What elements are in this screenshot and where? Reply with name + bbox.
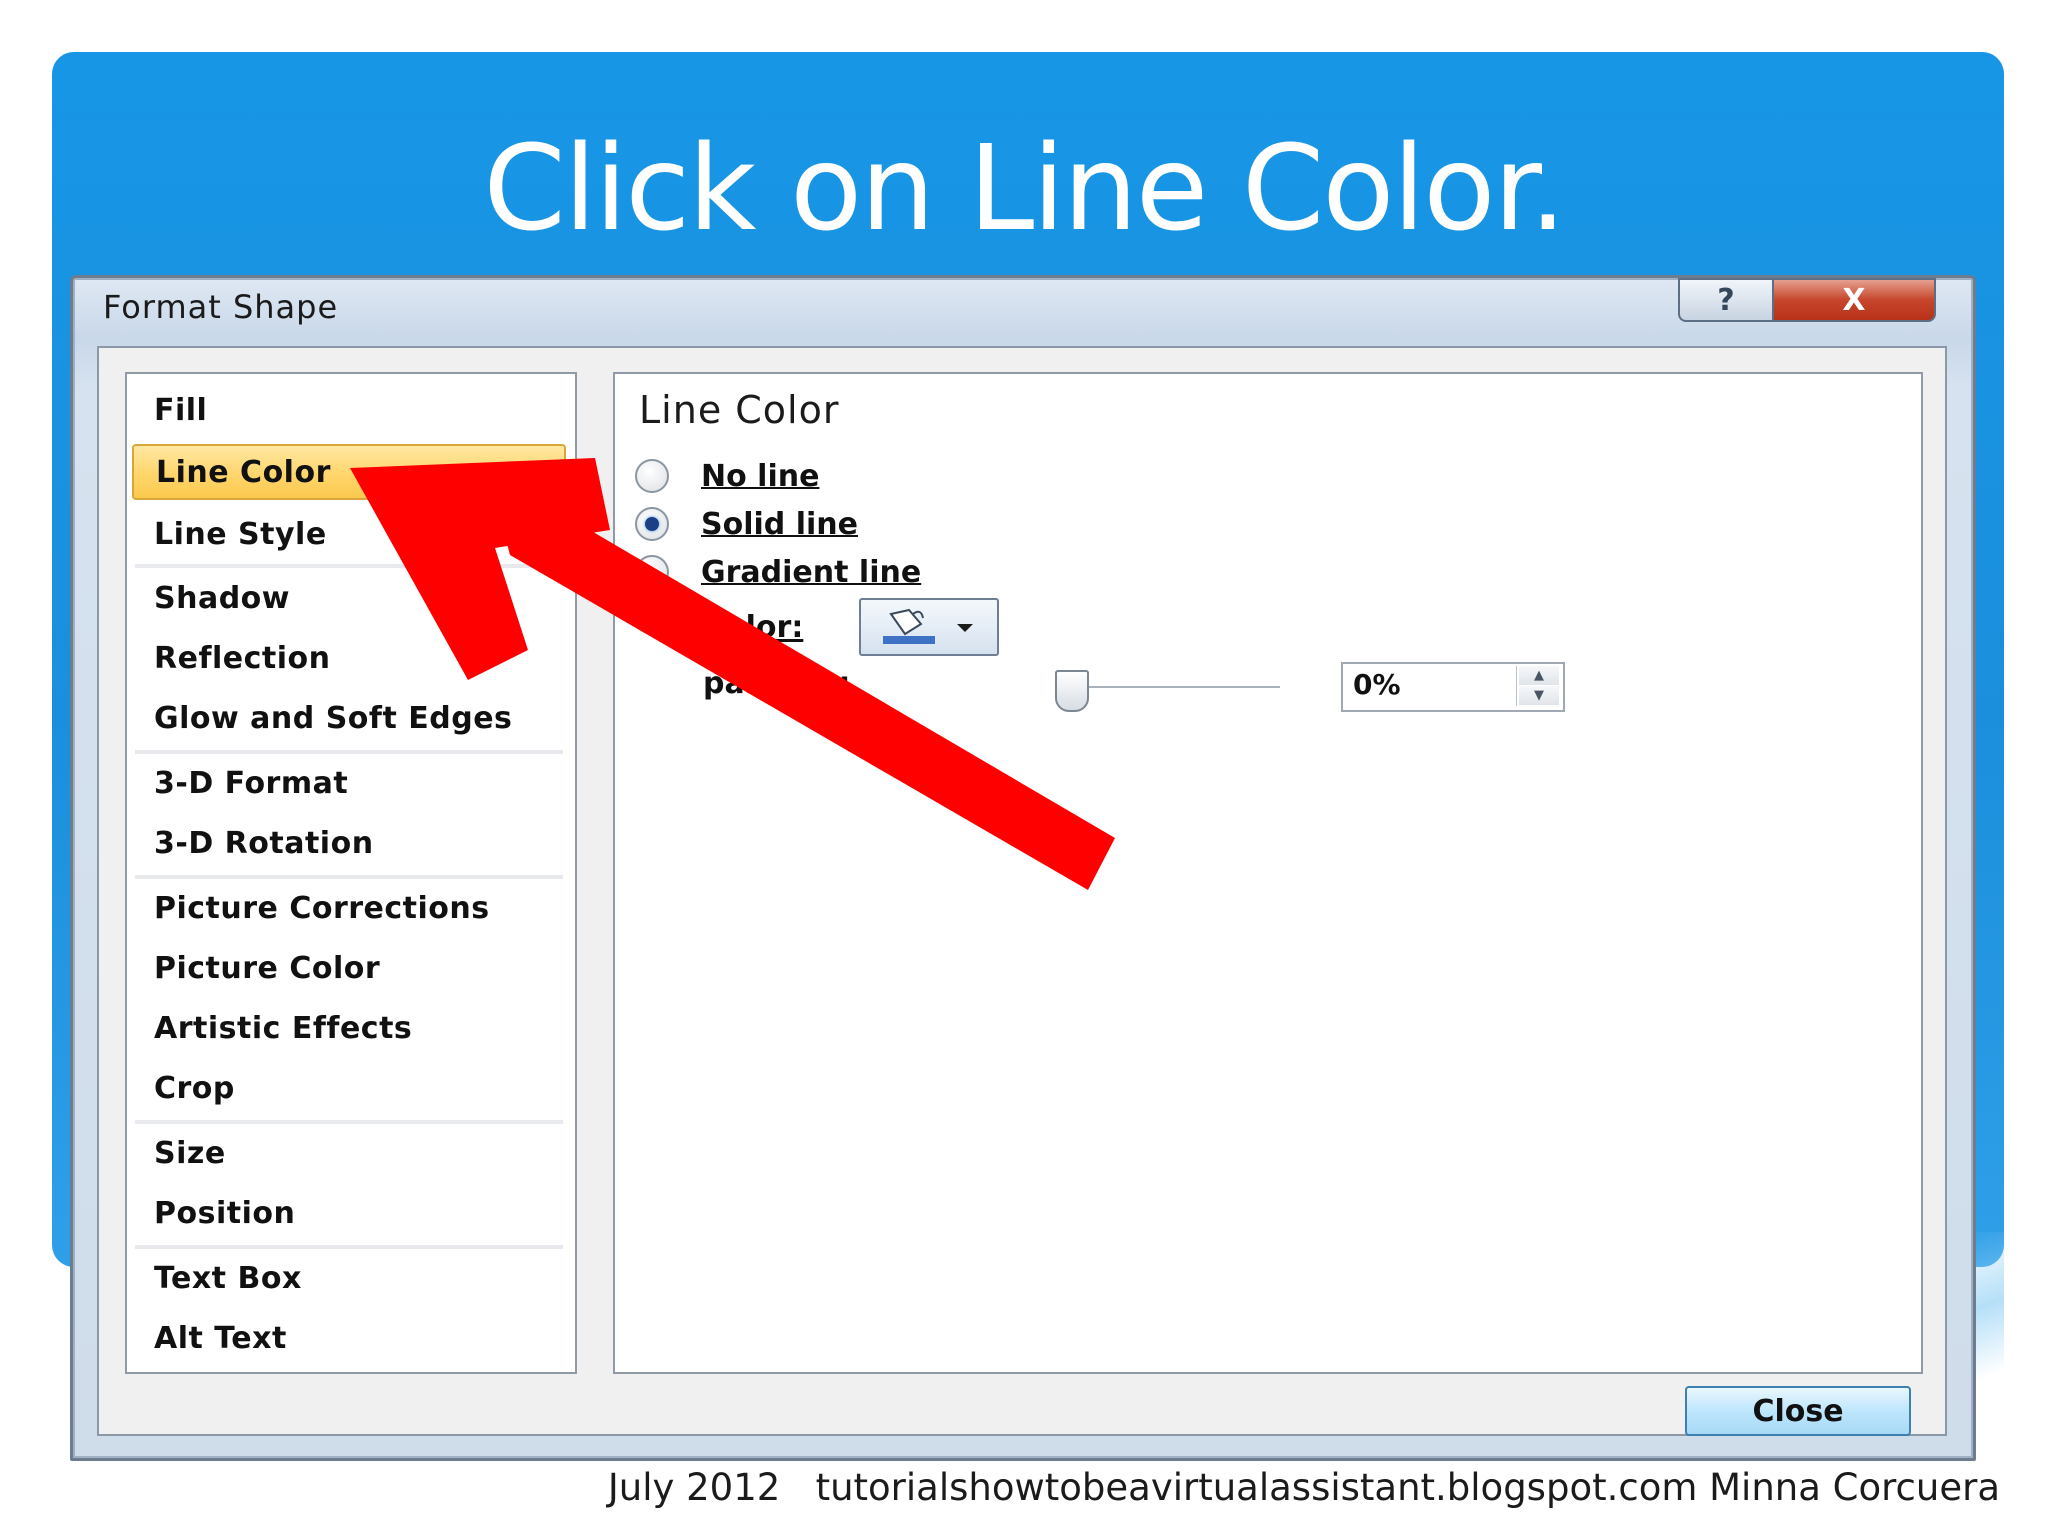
- nav-item-label: 3-D Format: [154, 765, 349, 801]
- radio-button[interactable]: [635, 555, 669, 589]
- nav-item-label: 3-D Rotation: [154, 825, 374, 861]
- transparency-slider-thumb[interactable]: [1055, 670, 1089, 712]
- nav-item-size[interactable]: Size: [132, 1125, 566, 1181]
- transparency-value: 0%: [1353, 668, 1401, 701]
- slide-title: Click on Line Color.: [483, 119, 1566, 257]
- category-nav: Fill Line Color Line Style Shadow Reflec…: [125, 372, 577, 1374]
- nav-item-reflection[interactable]: Reflection: [132, 630, 566, 686]
- radio-dot: [645, 517, 659, 531]
- color-picker-button[interactable]: [859, 598, 999, 656]
- nav-separator: [135, 750, 563, 754]
- nav-item-3d-rotation[interactable]: 3-D Rotation: [132, 815, 566, 871]
- panel-heading: Line Color: [639, 388, 840, 432]
- help-icon: ?: [1717, 282, 1735, 318]
- nav-item-alt-text[interactable]: Alt Text: [132, 1310, 566, 1366]
- chevron-down-icon: [957, 624, 973, 632]
- nav-item-label: Reflection: [154, 640, 331, 676]
- spin-down-icon[interactable]: ▼: [1519, 686, 1559, 705]
- nav-item-fill[interactable]: Fill: [132, 382, 566, 438]
- nav-item-label: Line Style: [154, 516, 327, 552]
- nav-item-label: Fill: [154, 392, 208, 428]
- nav-item-label: Picture Color: [154, 950, 381, 986]
- dialog-client-area: Fill Line Color Line Style Shadow Reflec…: [97, 346, 1947, 1436]
- nav-item-line-color[interactable]: Line Color: [132, 444, 566, 500]
- nav-item-label: Line Color: [156, 454, 331, 490]
- nav-item-picture-color[interactable]: Picture Color: [132, 940, 566, 996]
- nav-item-picture-corrections[interactable]: Picture Corrections: [132, 880, 566, 936]
- nav-item-label: Picture Corrections: [154, 890, 490, 926]
- solid-line-label: Solid line: [701, 506, 858, 542]
- gradient-line-option[interactable]: Gradient line: [635, 550, 921, 594]
- nav-separator: [135, 1120, 563, 1124]
- nav-item-label: Shadow: [154, 580, 291, 616]
- close-icon: X: [1842, 282, 1866, 318]
- nav-item-shadow[interactable]: Shadow: [132, 570, 566, 626]
- nav-item-glow-soft-edges[interactable]: Glow and Soft Edges: [132, 690, 566, 746]
- nav-separator: [135, 1245, 563, 1249]
- transparency-label: parency:: [703, 666, 851, 701]
- nav-item-artistic-effects[interactable]: Artistic Effects: [132, 1000, 566, 1056]
- nav-item-label: Artistic Effects: [154, 1010, 413, 1046]
- nav-item-label: Glow and Soft Edges: [154, 700, 513, 736]
- nav-item-label: Size: [154, 1135, 226, 1171]
- paint-bucket-icon: [883, 608, 973, 644]
- nav-item-label: Alt Text: [154, 1320, 287, 1356]
- close-button[interactable]: Close: [1685, 1386, 1911, 1436]
- color-label: Color:: [703, 610, 804, 645]
- help-button[interactable]: ?: [1678, 278, 1774, 322]
- spin-up-icon[interactable]: ▲: [1519, 666, 1559, 685]
- nav-item-line-style[interactable]: Line Style: [132, 506, 566, 562]
- nav-separator: [135, 875, 563, 879]
- no-line-label: No line: [701, 458, 820, 494]
- dialog-title: Format Shape: [103, 288, 339, 326]
- gradient-line-label: Gradient line: [701, 554, 922, 590]
- transparency-spinner[interactable]: ▲ ▼: [1516, 666, 1561, 706]
- slide-footer: July 2012 tutorialshowtobeavirtualassist…: [607, 1466, 2000, 1509]
- no-line-option[interactable]: No line: [635, 454, 819, 498]
- format-shape-dialog: Format Shape ? X Fill Line Color Line St…: [70, 275, 1976, 1461]
- transparency-slider-track[interactable]: [1060, 686, 1280, 688]
- nav-separator: [135, 564, 563, 568]
- nav-item-position[interactable]: Position: [132, 1185, 566, 1241]
- window-close-button[interactable]: X: [1772, 278, 1936, 322]
- nav-item-label: Position: [154, 1195, 296, 1231]
- transparency-input[interactable]: 0% ▲ ▼: [1341, 662, 1565, 712]
- nav-item-text-box[interactable]: Text Box: [132, 1250, 566, 1306]
- radio-button-checked[interactable]: [635, 507, 669, 541]
- radio-button[interactable]: [635, 459, 669, 493]
- line-color-panel: Line Color No line Solid line Gradient l…: [613, 372, 1923, 1374]
- nav-item-label: Text Box: [154, 1260, 302, 1296]
- nav-item-label: Crop: [154, 1070, 235, 1106]
- nav-item-crop[interactable]: Crop: [132, 1060, 566, 1116]
- solid-line-option[interactable]: Solid line: [635, 502, 858, 546]
- nav-item-3d-format[interactable]: 3-D Format: [132, 755, 566, 811]
